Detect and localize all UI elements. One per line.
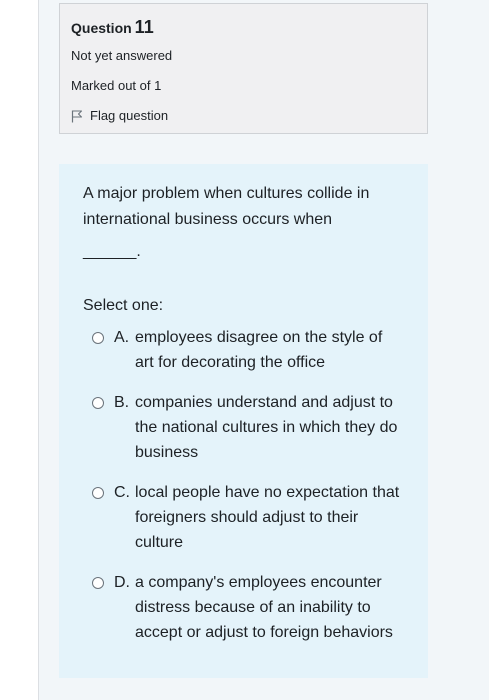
option-c[interactable]: C. local people have no expectation that… [83, 480, 404, 555]
question-grade: Marked out of 1 [71, 78, 162, 93]
option-letter: C. [114, 484, 130, 501]
option-text: a company's employees encounter distress… [135, 574, 393, 641]
option-text: employees disagree on the style of art f… [135, 329, 383, 371]
question-text: A major problem when cultures collide in… [83, 185, 370, 228]
option-d[interactable]: D. a company's employees encounter distr… [83, 570, 404, 645]
option-b[interactable]: B. companies understand and adjust to th… [83, 390, 404, 465]
radio-button-c[interactable] [92, 487, 104, 499]
radio-button-b[interactable] [92, 397, 104, 409]
flag-question-link[interactable]: Flag question [71, 108, 427, 124]
option-text: companies understand and adjust to the n… [135, 394, 398, 461]
option-a[interactable]: A. employees disagree on the style of ar… [83, 325, 404, 375]
option-letter: D. [114, 574, 130, 591]
flag-question-label: Flag question [90, 108, 169, 123]
question-label: Question [71, 20, 132, 36]
question-content: A major problem when cultures collide in… [59, 164, 428, 678]
option-text: local people have no expectation that fo… [135, 484, 400, 551]
option-letter: B. [114, 394, 130, 411]
question-heading: Question 11 [71, 18, 427, 37]
flag-icon [71, 109, 83, 123]
answer-blank: ______. [83, 243, 141, 260]
select-prompt: Select one: [83, 297, 164, 314]
question-number: 11 [134, 17, 154, 37]
radio-button-a[interactable] [92, 332, 104, 344]
option-letter: A. [114, 329, 130, 346]
question-info-panel: Question 11 Not yet answered Marked out o… [59, 3, 428, 134]
answer-options: A. employees disagree on the style of ar… [83, 325, 404, 645]
radio-button-d[interactable] [92, 577, 104, 589]
question-state: Not yet answered [71, 48, 173, 63]
